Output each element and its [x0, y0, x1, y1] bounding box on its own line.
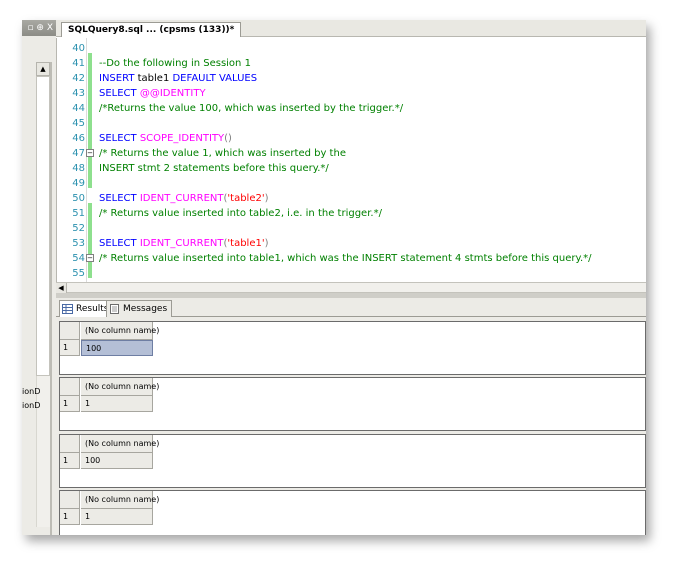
row-number[interactable]: 1 [60, 509, 80, 525]
column-header[interactable]: (No column name) [81, 491, 159, 509]
line-number: 50 [72, 193, 85, 204]
code-text: /* Returns the value 1, which was insert… [99, 148, 346, 159]
result-cell[interactable]: 1 [81, 509, 153, 525]
results-tabbar: Results Messages [56, 298, 646, 317]
row-number[interactable]: 1 [60, 453, 80, 469]
line-number: 41 [72, 58, 85, 69]
code-line[interactable]: 52 [57, 221, 646, 236]
line-number: 40 [72, 43, 85, 54]
tree-item-fragment[interactable]: ionD [22, 387, 40, 396]
line-number: 45 [72, 118, 85, 129]
main-area: SQLQuery8.sql ... (cpsms (133))* 40 41 --D… [56, 20, 646, 535]
code-text: --Do the following in Session 1 [99, 58, 251, 69]
code-line[interactable]: 43 SELECT @@IDENTITY [57, 86, 646, 101]
code-text: SELECT IDENT_CURRENT('table2') [99, 193, 269, 204]
result-cell[interactable]: 100 [81, 340, 153, 356]
line-number: 49 [72, 178, 85, 189]
line-number: 51 [72, 208, 85, 219]
result-grid[interactable]: (No column name) 1 100 [59, 321, 646, 375]
line-number: 48 [72, 163, 85, 174]
line-number: 44 [72, 103, 85, 114]
scroll-up-arrow-icon[interactable]: ▲ [36, 62, 50, 76]
code-line[interactable]: 44 /*Returns the value 100, which was ins… [57, 101, 646, 116]
code-line[interactable]: 53 SELECT IDENT_CURRENT('table1') [57, 236, 646, 251]
code-line[interactable]: 41 --Do the following in Session 1 [57, 56, 646, 71]
tab-messages[interactable]: Messages [106, 300, 173, 317]
column-header[interactable]: (No column name) [81, 322, 159, 340]
grid-icon [62, 303, 73, 314]
code-line[interactable]: 40 [57, 41, 646, 56]
column-header[interactable]: (No column name) [81, 435, 159, 453]
line-number: 46 [72, 133, 85, 144]
grid-corner[interactable] [60, 322, 80, 340]
code-text: INSERT table1 DEFAULT VALUES [99, 73, 258, 84]
result-cell[interactable]: 100 [81, 453, 153, 469]
line-number: 52 [72, 223, 85, 234]
result-grid[interactable]: (No column name) 1 1 [59, 377, 646, 431]
line-number: 55 [72, 268, 85, 279]
scroll-left-arrow-icon[interactable]: ◀ [56, 283, 67, 293]
tab-sqlquery8[interactable]: SQLQuery8.sql ... (cpsms (133))* [61, 22, 242, 37]
code-line[interactable]: 42 INSERT table1 DEFAULT VALUES [57, 71, 646, 86]
result-grid[interactable]: (No column name) 1 100 [59, 434, 646, 488]
code-line[interactable]: 45 [57, 116, 646, 131]
editor-horizontal-scrollbar[interactable]: ◀ [56, 282, 646, 293]
line-number: 47 [72, 148, 85, 159]
code-text: /* Returns value inserted into table2, i… [99, 208, 382, 219]
panel-divider [50, 62, 52, 535]
code-text: SELECT SCOPE_IDENTITY() [99, 133, 232, 144]
line-number: 43 [72, 88, 85, 99]
grid-corner[interactable] [60, 378, 80, 396]
collapse-icon[interactable]: − [86, 149, 94, 157]
panel-header-controls[interactable]: ▫ ⊕ X [22, 20, 56, 36]
code-text: SELECT IDENT_CURRENT('table1') [99, 238, 269, 249]
code-text: SELECT @@IDENTITY [99, 88, 206, 99]
code-line[interactable]: 55 [57, 266, 646, 281]
object-explorer-panel: ▫ ⊕ X ▲ ionD ionD [22, 20, 56, 535]
line-number: 54 [72, 253, 85, 264]
result-cell[interactable]: 1 [81, 396, 153, 412]
code-text: /*Returns the value 100, which was inser… [99, 103, 404, 114]
code-line[interactable]: 49 [57, 176, 646, 191]
code-text: INSERT stmt 2 statements before this que… [99, 163, 329, 174]
grid-corner[interactable] [60, 435, 80, 453]
query-editor[interactable]: 40 41 --Do the following in Session 1 42 INS… [56, 38, 646, 282]
document-icon [110, 303, 119, 314]
code-line[interactable]: 54−/* Returns value inserted into table1… [57, 251, 646, 266]
code-line[interactable]: 50 SELECT IDENT_CURRENT('table2') [57, 191, 646, 206]
code-text: /* Returns value inserted into table1, w… [99, 253, 592, 264]
line-number: 42 [72, 73, 85, 84]
panel-scroll-thumb[interactable] [36, 76, 50, 376]
code-line[interactable]: 46 SELECT SCOPE_IDENTITY() [57, 131, 646, 146]
row-number[interactable]: 1 [60, 340, 80, 356]
row-number[interactable]: 1 [60, 396, 80, 412]
tree-item-fragment[interactable]: ionD [22, 401, 40, 410]
code-line[interactable]: 48 INSERT stmt 2 statements before this q… [57, 161, 646, 176]
line-number: 53 [72, 238, 85, 249]
results-pane: (No column name) 1 100 (No column name) 1 1 (N… [56, 317, 646, 535]
tab-messages-label: Messages [123, 304, 168, 314]
ssms-window: ▫ ⊕ X ▲ ionD ionD SQLQuery8.sql ... (cps… [22, 20, 646, 535]
column-header[interactable]: (No column name) [81, 378, 159, 396]
result-grid[interactable]: (No column name) 1 1 [59, 490, 646, 535]
document-tabbar: SQLQuery8.sql ... (cpsms (133))* [56, 20, 646, 37]
grid-corner[interactable] [60, 491, 80, 509]
collapse-icon[interactable]: − [86, 254, 94, 262]
code-line[interactable]: 51 /* Returns value inserted into table2,… [57, 206, 646, 221]
tab-results-label: Results [76, 304, 109, 314]
code-line[interactable]: 47−/* Returns the value 1, which was ins… [57, 146, 646, 161]
